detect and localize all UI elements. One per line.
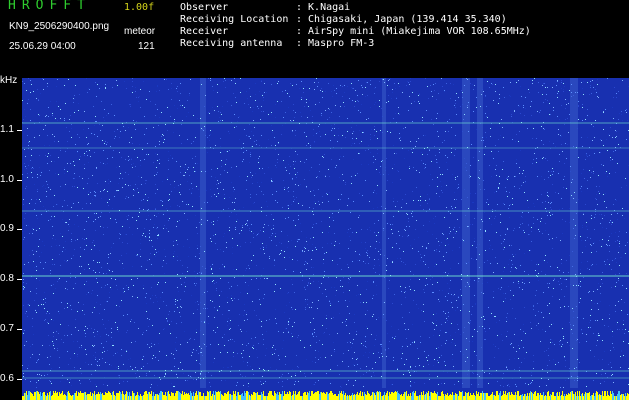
app-title: HROFFT	[8, 0, 91, 13]
signal-streak	[382, 78, 386, 388]
observer-value: : K.Nagai	[296, 2, 351, 13]
timestamp-label: 25.06.29 04:00	[9, 41, 76, 52]
mode-label: meteor	[124, 26, 156, 37]
receiver-value: : AirSpy mini (Miakejima VOR 108.65MHz)	[296, 26, 531, 37]
version-label: 1.00f	[124, 2, 155, 13]
location-value: : Chigasaki, Japan (139.414 35.340)	[296, 14, 507, 25]
header-panel: HROFFT 1.00f KN9_2506290400.png meteor 2…	[0, 0, 629, 78]
signal-streak	[462, 78, 470, 388]
antenna-value: : Maspro FM-3	[296, 38, 375, 49]
count-label: 121	[138, 41, 155, 52]
spectrogram-canvas	[22, 78, 629, 400]
location-label: Receiving Location	[180, 14, 289, 25]
activity-bar	[22, 391, 629, 400]
filename-label: KN9_2506290400.png	[9, 21, 110, 32]
receiver-label: Receiver	[180, 26, 229, 37]
noise-layer	[22, 78, 629, 388]
y-unit-label: kHz	[0, 75, 18, 86]
signal-streak	[200, 78, 206, 388]
observer-label: Observer	[180, 2, 229, 13]
signal-streak	[570, 78, 578, 388]
antenna-label: Receiving antenna	[180, 38, 283, 49]
signal-streak	[477, 78, 483, 388]
